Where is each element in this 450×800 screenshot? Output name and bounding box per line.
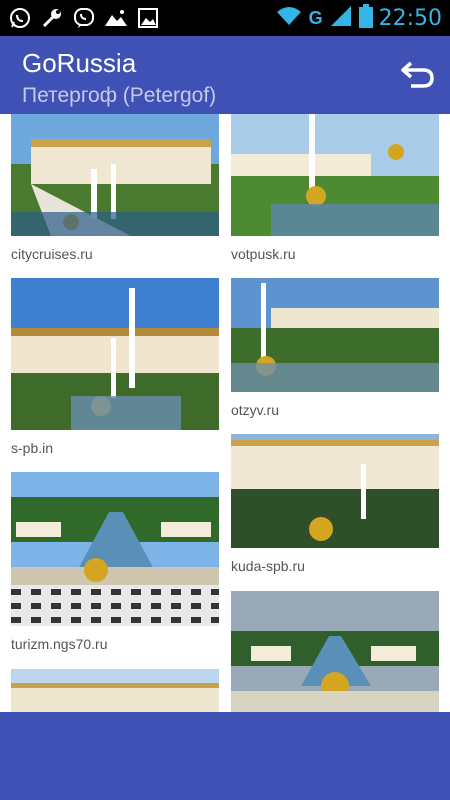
- photo-card[interactable]: otzyv.ru: [231, 278, 439, 422]
- photo-card[interactable]: kuda-spb.ru: [231, 434, 439, 578]
- photo-caption: citycruises.ru: [11, 246, 93, 262]
- canal-photo[interactable]: [11, 472, 219, 626]
- back-button[interactable]: [398, 54, 438, 94]
- clock: 22:50: [378, 5, 442, 31]
- photo-caption: otzyv.ru: [231, 402, 279, 418]
- palace-photo[interactable]: [11, 114, 219, 236]
- palace-photo[interactable]: [231, 434, 439, 548]
- bottom-bar: [0, 712, 450, 800]
- app-title: GoRussia: [22, 48, 137, 78]
- viber-icon: [72, 6, 96, 30]
- photo-card[interactable]: votpusk.ru: [231, 114, 439, 266]
- network-type: G: [308, 7, 323, 28]
- photo-card[interactable]: [11, 669, 219, 712]
- photo-card[interactable]: [231, 591, 439, 712]
- fountain-photo[interactable]: [231, 278, 439, 392]
- image-grid[interactable]: citycruises.ru s-pb.in turizm.ngs70.ru v…: [0, 114, 450, 712]
- canal-photo[interactable]: [231, 591, 439, 712]
- status-bar: G 22:50: [0, 0, 450, 36]
- battery-icon: [358, 3, 373, 33]
- signal-icon: [329, 5, 353, 32]
- photo-caption: votpusk.ru: [231, 246, 296, 262]
- page-subtitle: Петергоф (Petergof): [22, 84, 217, 107]
- palace-photo[interactable]: [11, 278, 219, 430]
- whatsapp-icon: [8, 6, 32, 30]
- cascade-photo[interactable]: [231, 114, 439, 236]
- wifi-icon: [275, 5, 303, 32]
- photo-caption: s-pb.in: [11, 440, 54, 456]
- action-bar: GoRussia Петергоф (Petergof): [0, 36, 450, 114]
- photo-icon: [104, 6, 128, 30]
- palace-photo[interactable]: [11, 669, 219, 712]
- photo-caption: turizm.ngs70.ru: [11, 636, 108, 652]
- photo-card[interactable]: turizm.ngs70.ru: [11, 472, 219, 656]
- photo-card[interactable]: s-pb.in: [11, 278, 219, 460]
- gallery-icon: [136, 6, 160, 30]
- photo-card[interactable]: citycruises.ru: [11, 114, 219, 266]
- back-icon: [401, 61, 434, 88]
- wrench-icon: [40, 6, 64, 30]
- photo-caption: kuda-spb.ru: [231, 558, 305, 574]
